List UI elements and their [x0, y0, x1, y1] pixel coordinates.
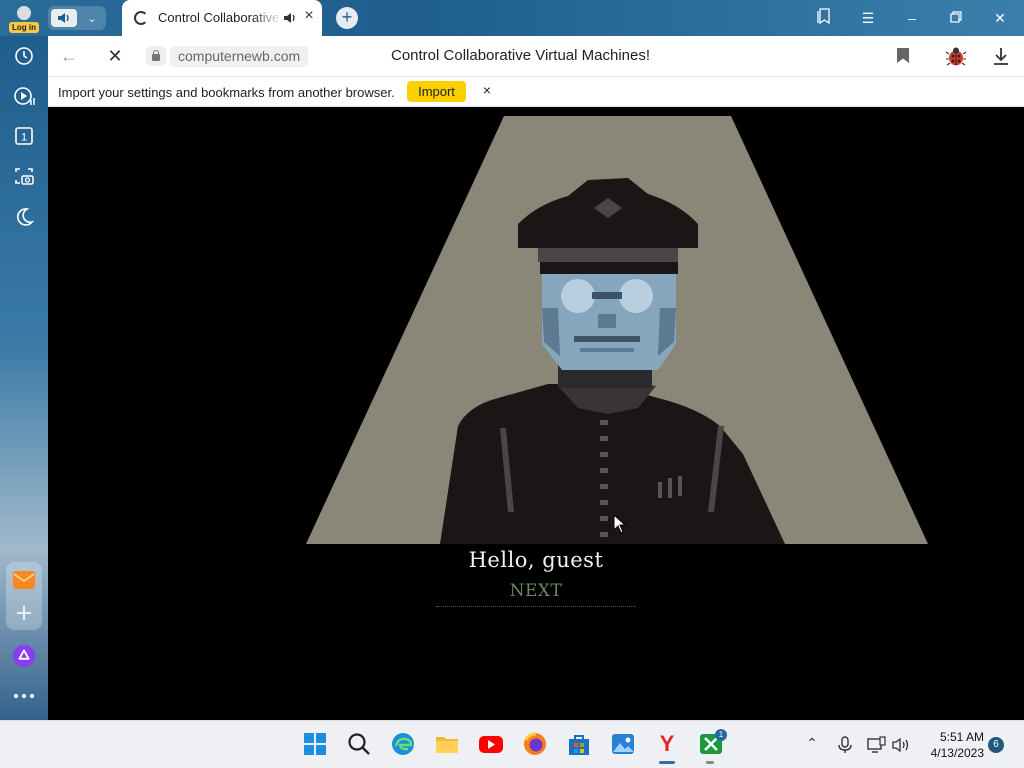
tab-title-fade	[252, 6, 282, 30]
collections-icon[interactable]	[813, 8, 835, 28]
alice-icon[interactable]	[12, 644, 36, 668]
title-bar: Log in ⌄ Control Collaborative Virtual M…	[0, 0, 1024, 36]
page-title[interactable]: Control Collaborative Virtual Machines!	[391, 47, 650, 64]
import-message: Import your settings and bookmarks from …	[58, 85, 395, 100]
goggle-right	[619, 279, 653, 313]
speaker-icon	[58, 13, 69, 23]
mouth	[574, 336, 640, 342]
login-label: Log in	[9, 22, 39, 33]
store-icon[interactable]	[566, 731, 592, 757]
back-arrow-icon[interactable]: ←	[60, 46, 80, 66]
xbox-badge: 1	[715, 729, 727, 741]
import-button[interactable]: Import	[407, 81, 466, 102]
more-icon[interactable]	[12, 684, 36, 708]
chin-line	[580, 348, 634, 352]
file-explorer-icon[interactable]	[434, 731, 460, 757]
user-avatar-icon	[17, 6, 31, 20]
menu-icon[interactable]: ☰	[857, 8, 879, 28]
tab-active[interactable]: Control Collaborative Virtual Machines! …	[122, 0, 322, 36]
volume-icon[interactable]	[891, 735, 911, 755]
firefox-icon[interactable]	[522, 731, 548, 757]
tab-close-icon[interactable]: ×	[300, 7, 318, 27]
stop-loading-icon[interactable]: ✕	[104, 45, 126, 67]
bookmark-icon[interactable]	[897, 48, 909, 63]
counter-icon[interactable]: 1	[12, 124, 36, 148]
windows-taskbar: Y 1 ⌃ 5:51 AM 4/13/2023 6	[0, 720, 1024, 768]
night-mode-icon[interactable]	[12, 205, 36, 229]
network-icon[interactable]	[866, 735, 886, 755]
next-underline	[436, 606, 636, 607]
video-icon[interactable]	[12, 84, 36, 108]
address-bar: ← ✕ computernewb.com Control Collaborati…	[48, 36, 1024, 77]
history-icon[interactable]	[12, 44, 36, 68]
vm-game-viewport[interactable]: Hello, guest NEXT	[48, 108, 1024, 720]
microphone-icon[interactable]	[835, 735, 855, 755]
tab-group-control: ⌄	[48, 6, 106, 30]
download-icon[interactable]	[990, 45, 1012, 67]
mail-icon[interactable]	[12, 568, 36, 592]
edge-icon[interactable]	[390, 731, 416, 757]
cap-visor	[540, 262, 678, 274]
ladybug-extension-icon[interactable]	[945, 45, 967, 67]
greeting-text: Hello, guest	[468, 548, 604, 572]
goggle-bridge	[592, 292, 622, 299]
search-icon[interactable]	[346, 731, 372, 757]
minimize-icon[interactable]: –	[901, 8, 923, 28]
system-clock[interactable]: 5:51 AM 4/13/2023	[918, 729, 984, 761]
new-tab-button[interactable]: +	[336, 7, 358, 29]
youtube-icon[interactable]	[478, 731, 504, 757]
nose	[598, 314, 616, 328]
import-infobar: Import your settings and bookmarks from …	[48, 77, 1024, 107]
next-button[interactable]: NEXT	[48, 581, 1024, 601]
clock-time: 5:51 AM	[939, 730, 984, 744]
lock-icon[interactable]	[146, 46, 166, 66]
yandex-browser-icon[interactable]: Y	[654, 731, 680, 757]
infobar-close-icon[interactable]: ×	[479, 82, 495, 100]
url-domain[interactable]: computernewb.com	[170, 46, 309, 67]
loading-spinner-icon	[134, 11, 148, 25]
goggle-left	[561, 279, 595, 313]
running-app-indicator	[706, 761, 714, 764]
screenshot-icon[interactable]	[12, 164, 36, 188]
mouse-cursor-icon	[613, 514, 627, 534]
show-hidden-icons-icon[interactable]: ⌃	[802, 735, 822, 755]
active-app-indicator	[659, 761, 675, 764]
photos-icon[interactable]	[610, 731, 636, 757]
cap-band	[538, 248, 678, 262]
windows-start-icon[interactable]	[302, 731, 328, 757]
close-icon[interactable]: ✕	[989, 8, 1011, 28]
officer-illustration	[306, 116, 928, 544]
restore-icon[interactable]	[945, 8, 967, 28]
tab-audio-button[interactable]	[51, 9, 77, 27]
counter-value: 1	[21, 132, 27, 144]
notification-badge[interactable]: 6	[988, 737, 1004, 753]
add-icon[interactable]	[12, 601, 36, 625]
clock-date: 4/13/2023	[930, 746, 984, 760]
login-button[interactable]: Log in	[8, 4, 40, 33]
browser-sidebar: 1	[0, 36, 48, 720]
chevron-down-icon[interactable]: ⌄	[81, 8, 103, 28]
tab-speaker-icon[interactable]	[283, 11, 297, 25]
